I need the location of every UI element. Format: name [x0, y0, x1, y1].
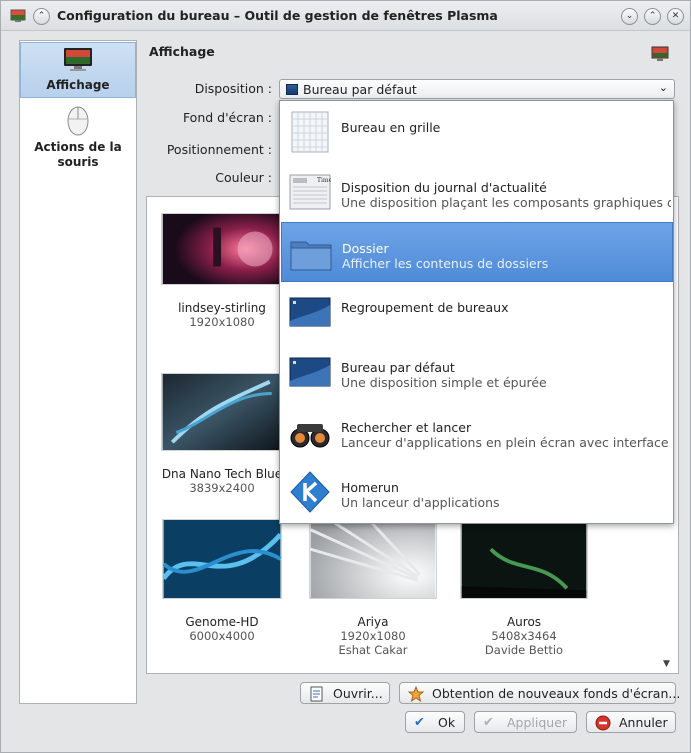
maximize-button[interactable]: ⌃: [644, 8, 661, 25]
wallpaper-thumbnail: [161, 213, 283, 285]
wallpaper-size: 5408x3464: [491, 629, 557, 643]
chevron-down-icon: ⌄: [658, 81, 668, 94]
option-dossier[interactable]: Dossier Afficher les contenus de dossier…: [281, 222, 673, 282]
settings-window: ⌃ Configuration du bureau – Outil de ges…: [0, 0, 691, 753]
ok-button[interactable]: ✔ Ok: [405, 711, 465, 733]
positioning-label: Positionnement :: [166, 142, 272, 157]
window-title: Configuration du bureau – Outil de gesti…: [57, 8, 498, 23]
check-icon: ✔: [414, 715, 425, 730]
wallpaper-thumbnail: [309, 519, 437, 599]
wallpaper-thumbnail: [460, 519, 588, 599]
option-journal[interactable]: Times Disposition du journal d'actualité…: [281, 162, 673, 222]
option-title: Bureau en grille: [341, 120, 441, 135]
open-file-icon: [310, 686, 323, 702]
keep-above-icon[interactable]: ⌃: [33, 8, 50, 25]
disposition-dropdown: Bureau en grille Times Disposition du jo…: [279, 100, 674, 524]
wallpaper-item[interactable]: Genome-HD 6000x4000: [157, 519, 287, 643]
open-button[interactable]: Ouvrir...: [300, 682, 390, 704]
color-label: Couleur :: [215, 170, 272, 185]
scroll-down-icon[interactable]: ▼: [663, 659, 670, 669]
wallpaper-size: 1920x1080: [340, 629, 406, 643]
disposition-label: Disposition :: [194, 81, 272, 96]
desktop-layout-icon: [289, 297, 331, 327]
monitor-icon: [64, 48, 92, 71]
wallpaper-size: 3839x2400: [189, 481, 255, 495]
title-bar: ⌃ Configuration du bureau – Outil de ges…: [1, 1, 690, 31]
sidebar: Affichage Actions de la souris: [19, 40, 137, 704]
close-button[interactable]: ✕: [667, 8, 684, 25]
wallpaper-item[interactable]: Ariya 1920x1080 Eshat Cakar: [308, 519, 438, 657]
option-regroupement[interactable]: Regroupement de bureaux: [281, 282, 673, 342]
layout-icon: [286, 84, 298, 95]
page-title: Affichage: [149, 44, 215, 59]
option-homerun[interactable]: Homerun Un lanceur d'applications: [281, 462, 673, 522]
wallpaper-size: 6000x4000: [189, 629, 255, 643]
grid-layout-icon: [291, 111, 329, 153]
minimize-button[interactable]: ⌄: [621, 8, 638, 25]
option-title: Rechercher et lancer: [341, 420, 472, 435]
wallpaper-author: Eshat Cakar: [338, 643, 408, 657]
wallpaper-item[interactable]: lindsey-stirling 1920x1080: [157, 213, 287, 329]
wallpaper-name: Genome-HD: [185, 615, 259, 629]
sidebar-item-mouse-actions[interactable]: Actions de la souris: [20, 103, 136, 173]
wallpaper-author: Davide Bettio: [484, 643, 564, 657]
desktop-layout-icon: [289, 357, 331, 387]
monitor-icon: [651, 46, 669, 61]
wallpaper-name: Ariya: [357, 615, 389, 629]
folder-icon: [290, 241, 332, 271]
option-rechercher-et-lancer[interactable]: Rechercher et lancer Lanceur d'applicati…: [281, 402, 673, 462]
disposition-select[interactable]: Bureau par défaut ⌄: [279, 79, 675, 99]
wallpaper-thumbnail: [161, 373, 283, 451]
disposition-value: Bureau par défaut: [303, 82, 417, 97]
wallpaper-name: Dna Nano Tech Blue: [161, 467, 283, 481]
option-title: Homerun: [341, 480, 399, 495]
wallpaper-label: Fond d'écran :: [182, 110, 272, 125]
binoculars-icon: [290, 424, 330, 448]
option-title: Bureau par défaut: [341, 360, 455, 375]
sidebar-item-label: Affichage: [46, 78, 110, 92]
wallpaper-thumbnail: [162, 519, 282, 599]
wallpaper-size: 1920x1080: [189, 315, 255, 329]
option-bureau-par-defaut[interactable]: Bureau par défaut Une disposition simple…: [281, 342, 673, 402]
sidebar-item-label: Actions de la souris: [34, 140, 122, 169]
wallpaper-name: lindsey-stirling: [178, 301, 266, 315]
wallpaper-item[interactable]: Dna Nano Tech Blue 3839x2400: [157, 373, 287, 495]
option-title: Disposition du journal d'actualité: [341, 180, 547, 195]
option-title: Dossier: [342, 241, 389, 256]
option-description: Lanceur d'applications en plein écran av…: [341, 435, 671, 450]
wallpaper-name: Auros: [506, 615, 542, 629]
svg-text:Times: Times: [317, 177, 331, 184]
check-icon: ✔: [483, 715, 494, 730]
option-description: Une disposition plaçant les composants g…: [341, 195, 671, 210]
option-description: Afficher les contenus de dossiers: [342, 256, 549, 271]
app-icon[interactable]: [10, 8, 26, 24]
cancel-button[interactable]: Annuler: [586, 711, 676, 733]
option-bureau-en-grille[interactable]: Bureau en grille: [281, 102, 673, 162]
newspaper-icon: Times: [289, 174, 331, 210]
sidebar-item-affichage[interactable]: Affichage: [20, 42, 136, 98]
option-title: Regroupement de bureaux: [341, 300, 509, 315]
option-description: Un lanceur d'applications: [341, 495, 500, 510]
option-description: Une disposition simple et épurée: [341, 375, 547, 390]
apply-button[interactable]: ✔ Appliquer: [474, 711, 577, 733]
star-icon: [408, 686, 424, 702]
get-new-wallpapers-button[interactable]: Obtention de nouveaux fonds d'écran...: [399, 682, 680, 704]
mouse-icon: [67, 106, 89, 136]
kde-logo-icon: [290, 471, 330, 513]
wallpaper-item[interactable]: Auros 5408x3464 Davide Bettio: [459, 519, 589, 657]
cancel-icon: [595, 715, 611, 731]
